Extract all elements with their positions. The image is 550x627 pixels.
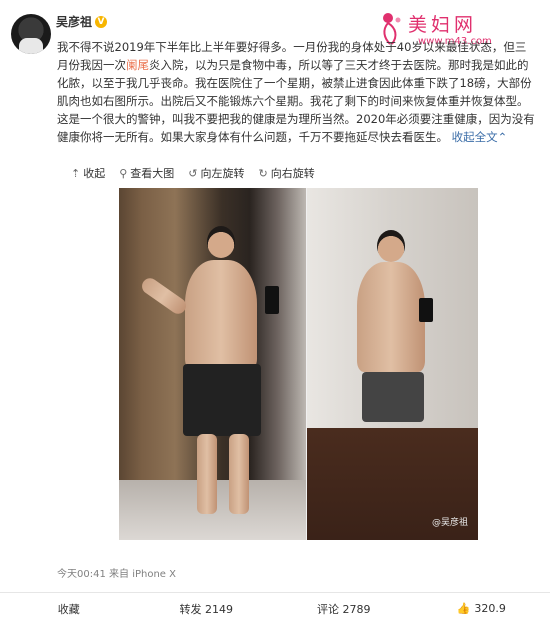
post-meta: 今天00:41 来自 iPhone X xyxy=(57,565,176,580)
photo-phone xyxy=(419,298,433,322)
author-name[interactable]: 吴彦祖 V xyxy=(56,13,108,30)
rotate-right-button[interactable]: ↻ 向右旋转 xyxy=(259,165,315,181)
rotate-left-label[interactable]: 向左旋转 xyxy=(201,165,245,181)
chevron-up-icon: ⌃ xyxy=(497,130,508,144)
photo-figure-leg xyxy=(197,434,217,514)
collapse-image-label[interactable]: 收起 xyxy=(83,165,105,181)
post-time[interactable]: 今天00:41 xyxy=(57,569,106,580)
rotate-right-label[interactable]: 向右旋转 xyxy=(271,165,315,181)
collapse-text-label[interactable]: 收起全文 xyxy=(452,130,498,144)
rotate-left-icon: ↺ xyxy=(188,166,198,180)
verified-icon: V xyxy=(95,15,108,28)
photo-figure-torso xyxy=(185,260,257,370)
watermark-site-name: 美妇网 xyxy=(408,14,478,36)
favorite-label[interactable]: 收藏 xyxy=(58,601,80,617)
repost-button[interactable]: 转发 2149 xyxy=(138,593,276,624)
comment-button[interactable]: 评论 2789 xyxy=(275,593,413,624)
photo-figure-head xyxy=(377,230,405,262)
avatar[interactable] xyxy=(11,14,51,54)
image-watermark: @吴彦祖 xyxy=(431,518,468,528)
post-link[interactable]: 阑尾 xyxy=(126,58,149,72)
photo-before xyxy=(119,188,306,540)
image-toolbar: ⇡ 收起 ⚲ 查看大图 ↺ 向左旋转 ↻ 向右旋转 xyxy=(57,160,535,186)
photo-figure-head xyxy=(207,226,235,258)
photo-figure-torso xyxy=(357,262,425,372)
author-name-text[interactable]: 吴彦祖 xyxy=(56,13,92,30)
view-large-label[interactable]: 查看大图 xyxy=(130,165,174,181)
post-image[interactable]: @吴彦祖 xyxy=(119,188,478,540)
favorite-button[interactable]: 收藏 xyxy=(0,593,138,624)
photo-figure-shorts xyxy=(183,364,261,436)
comment-label[interactable]: 评论 2789 xyxy=(317,601,371,617)
post-source: 来自 iPhone X xyxy=(109,569,176,580)
rotate-left-button[interactable]: ↺ 向左旋转 xyxy=(188,165,244,181)
collapse-image-button[interactable]: ⇡ 收起 xyxy=(71,165,105,181)
like-count[interactable]: 320.9 xyxy=(474,602,506,615)
view-large-button[interactable]: ⚲ 查看大图 xyxy=(119,165,174,181)
photo-after xyxy=(307,188,478,540)
magnifier-icon: ⚲ xyxy=(119,166,128,180)
like-button[interactable]: 👍 320.9 xyxy=(413,593,550,624)
up-arrow-icon: ⇡ xyxy=(71,166,81,180)
photo-figure-pants xyxy=(362,372,424,422)
photo-phone xyxy=(265,286,279,314)
collapse-text-link[interactable]: 收起全文⌃ xyxy=(452,130,508,144)
thumbs-up-icon: 👍 xyxy=(456,602,471,615)
photo-figure-leg xyxy=(229,434,249,514)
photo-figure-arm xyxy=(138,275,190,317)
post-text: 我不得不说2019年下半年比上半年要好得多。一月份我的身体处于40岁以来最佳状态… xyxy=(57,38,535,146)
rotate-right-icon: ↻ xyxy=(258,166,268,180)
action-bar: 收藏 转发 2149 评论 2789 👍 320.9 xyxy=(0,592,550,624)
repost-label[interactable]: 转发 2149 xyxy=(180,601,234,617)
